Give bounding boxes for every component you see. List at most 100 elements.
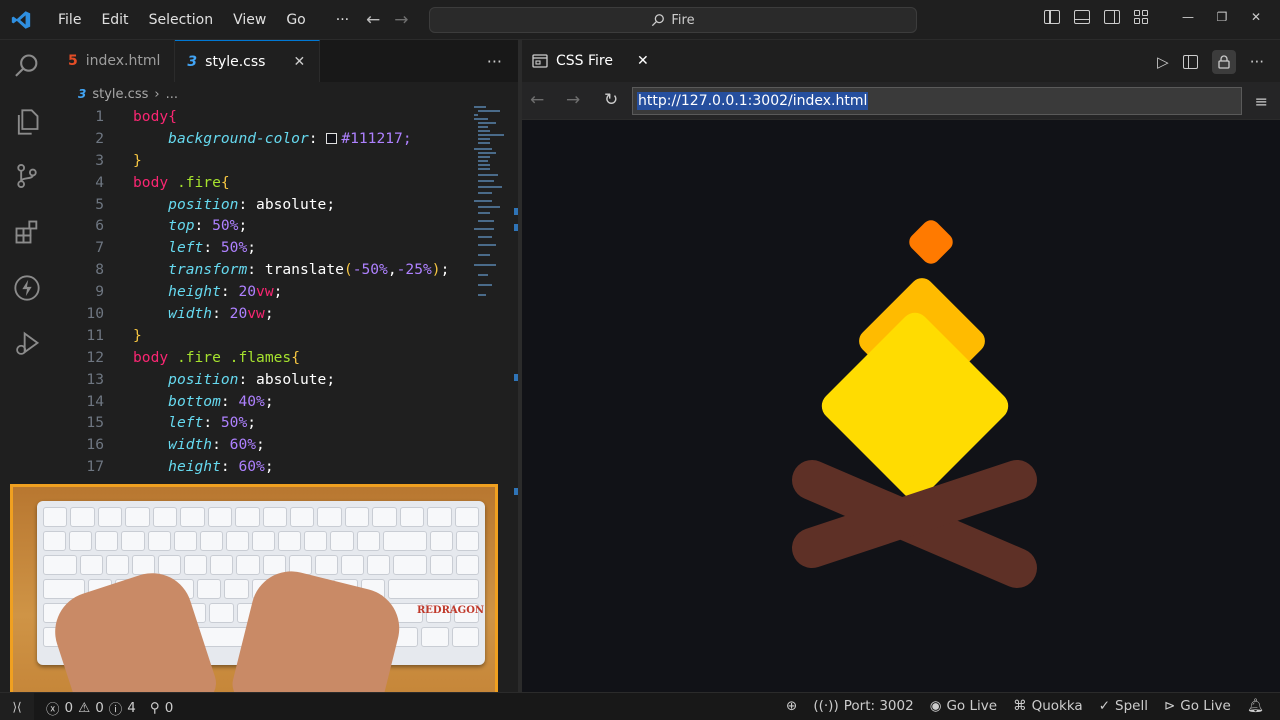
problems-indicator[interactable]: ⓧ 0 ⚠ 0 ⓘ 4: [46, 698, 136, 718]
go-live-button[interactable]: ◉ Go Live: [930, 698, 997, 714]
more-actions-icon[interactable]: ···: [487, 52, 502, 71]
info-icon: ⓘ: [108, 702, 123, 718]
minimize-icon[interactable]: —: [1178, 10, 1198, 24]
more-actions-icon[interactable]: ···: [1250, 53, 1264, 71]
run-debug-icon[interactable]: [13, 330, 43, 360]
tab-css-fire-preview[interactable]: CSS Fire ✕: [522, 40, 659, 82]
menu-go[interactable]: Go: [276, 11, 315, 29]
menu-bar: File Edit Selection View Go ···: [48, 11, 359, 29]
campfire-drawing: [792, 220, 1037, 588]
url-input[interactable]: http://127.0.0.1:3002/index.html: [632, 87, 1242, 115]
preview-actions: ▷ ···: [1157, 50, 1264, 74]
check-icon: ✓: [1098, 698, 1110, 714]
code-line: 13 position: absolute;: [86, 370, 336, 388]
code-line: 4 body .fire{: [95, 173, 230, 191]
status-bar: ⟩⟨ ⓧ 0 ⚠ 0 ⓘ 4 ⚲ 0 ⊕ ((·)) Port: 3002 ◉ Go Liv…: [0, 692, 1280, 720]
antenna-icon: ⚲: [149, 700, 160, 716]
preview-tabs: CSS Fire ✕ ▷ ···: [522, 40, 1280, 82]
menu-selection[interactable]: Selection: [139, 11, 224, 29]
spell-button[interactable]: ✓ Spell: [1099, 698, 1148, 714]
tab-index-html[interactable]: 5 index.html: [56, 40, 176, 82]
status-left: ⓧ 0 ⚠ 0 ⓘ 4 ⚲ 0: [46, 698, 173, 718]
play-circle-icon: ⊳: [1163, 698, 1176, 714]
browser-toolbar: ← → ↻ http://127.0.0.1:3002/index.html ≡: [522, 82, 1280, 120]
tab-label: CSS Fire: [556, 53, 613, 69]
explorer-search-icon[interactable]: [13, 52, 43, 82]
menu-file[interactable]: File: [48, 11, 91, 29]
code-line: 3}: [95, 151, 142, 169]
tab-label: style.css: [205, 53, 266, 70]
tab-style-css[interactable]: 3 style.css ✕: [175, 40, 321, 82]
restore-icon[interactable]: ❐: [1212, 10, 1232, 24]
code-line: 16 width: 60%;: [86, 436, 265, 454]
explorer-files-icon[interactable]: [13, 108, 43, 138]
color-swatch[interactable]: [326, 132, 338, 144]
close-tab-icon[interactable]: ✕: [293, 54, 305, 70]
menu-view[interactable]: View: [223, 11, 276, 29]
quokka-button[interactable]: ⌘ Quokka: [1013, 698, 1083, 714]
toggle-panel-icon[interactable]: [1074, 10, 1090, 24]
code-line: 15 left: 50%;: [86, 414, 257, 432]
go-live-button-2[interactable]: ⊳ Go Live: [1164, 698, 1231, 714]
run-icon[interactable]: ▷: [1157, 53, 1169, 71]
code-line: 9 height: 20vw;: [95, 283, 283, 301]
vscode-logo-icon: [11, 11, 31, 29]
forward-arrow-icon[interactable]: →: [394, 10, 408, 30]
status-right: ⊕ ((·)) Port: 3002 ◉ Go Live ⌘ Quokka ✓ Spel…: [786, 698, 1264, 714]
menu-edit[interactable]: Edit: [91, 11, 138, 29]
quokka-icon: ⌘: [1013, 698, 1027, 714]
ports-indicator[interactable]: ⚲ 0: [150, 698, 173, 718]
tab-label: index.html: [85, 53, 161, 69]
code-line: 8 transform: translate(-50%,-25%);: [95, 261, 450, 279]
warning-icon: ⚠: [78, 700, 91, 716]
forward-arrow-icon[interactable]: →: [566, 90, 580, 110]
notifications-bell-icon[interactable]: 🔔︎: [1247, 698, 1264, 714]
url-text: http://127.0.0.1:3002/index.html: [637, 92, 869, 110]
back-arrow-icon[interactable]: ←: [530, 90, 544, 110]
back-arrow-icon[interactable]: ←: [366, 10, 380, 30]
remote-indicator-icon[interactable]: ⟩⟨: [0, 693, 34, 720]
close-tab-icon[interactable]: ✕: [637, 53, 649, 69]
source-control-icon[interactable]: [13, 162, 43, 192]
code-line: 10 width: 20vw;: [86, 305, 274, 323]
menu-icon[interactable]: ≡: [1255, 92, 1268, 111]
code-line: 1 body{: [95, 108, 177, 125]
browser-preview-icon: [532, 54, 548, 68]
search-icon: [652, 14, 665, 27]
port-indicator[interactable]: ((·)) Port: 3002: [813, 698, 913, 714]
reload-icon[interactable]: ↻: [604, 90, 618, 110]
customize-layout-icon[interactable]: [1134, 10, 1150, 24]
html5-icon: 5: [68, 53, 78, 69]
broadcast-icon: ((·)): [813, 698, 839, 714]
code-line: 6 top: 50%;: [95, 217, 248, 235]
extensions-icon[interactable]: [13, 218, 43, 248]
fire-spark: [909, 220, 953, 264]
css3-icon: 3: [187, 53, 198, 70]
close-window-icon[interactable]: ✕: [1246, 10, 1266, 24]
error-icon: ⓧ: [46, 702, 60, 718]
minimap[interactable]: [470, 104, 510, 304]
breadcrumb: 3 style.css › ...: [56, 82, 518, 106]
breadcrumb-rest[interactable]: ...: [166, 87, 178, 102]
code-line: 2 background-color: #111217;: [95, 129, 412, 147]
menu-more[interactable]: ···: [316, 11, 359, 29]
title-bar: File Edit Selection View Go ··· ← → Fire…: [0, 0, 1280, 40]
breadcrumb-file[interactable]: style.css: [92, 87, 148, 102]
go-live-icon: ◉: [929, 698, 942, 714]
code-editor[interactable]: 1 body{ 2 background-color: #111217; 3} 4…: [56, 106, 506, 482]
window-controls: — ❐ ✕: [1044, 10, 1266, 24]
history-nav: ← →: [366, 10, 409, 30]
breadcrumb-separator: ›: [154, 86, 160, 102]
command-center-text: Fire: [671, 12, 695, 28]
lock-group-icon[interactable]: [1211, 50, 1236, 74]
code-line: 17 height: 60%;: [86, 458, 274, 476]
css3-icon: 3: [78, 87, 87, 101]
command-center[interactable]: Fire: [429, 7, 917, 33]
toggle-secondary-sidebar-icon[interactable]: [1104, 10, 1120, 24]
lightning-icon[interactable]: [13, 274, 43, 304]
zoom-icon[interactable]: ⊕: [786, 698, 797, 714]
webcam-overlay: REDRAGON: [10, 484, 498, 704]
toggle-primary-sidebar-icon[interactable]: [1044, 10, 1060, 24]
split-editor-icon[interactable]: [1182, 55, 1198, 69]
keyboard-brand-logo: REDRAGON: [417, 605, 485, 616]
